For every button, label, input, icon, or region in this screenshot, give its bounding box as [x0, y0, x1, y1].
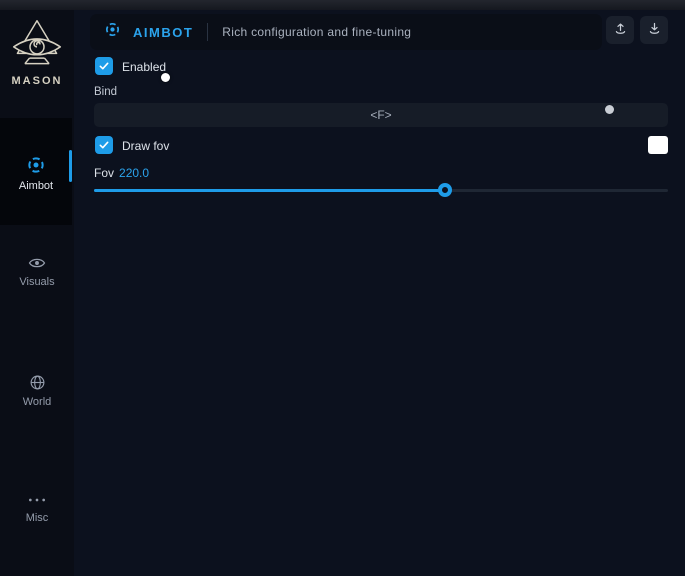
eye-icon [0, 255, 74, 271]
page-title: AIMBOT [133, 25, 193, 40]
active-tab-accent-bar [69, 150, 72, 182]
app-window: MASON Aimbot Visuals [0, 0, 685, 576]
sidebar-item-label: Misc [0, 512, 74, 524]
cursor-dot [161, 73, 170, 82]
brand-logo: MASON [0, 18, 74, 87]
download-icon [647, 21, 662, 39]
sidebar: MASON Aimbot Visuals [0, 10, 74, 576]
enabled-label: Enabled [122, 60, 166, 74]
all-seeing-eye-icon [0, 18, 74, 72]
sidebar-item-misc[interactable]: Misc [0, 493, 74, 524]
fov-slider[interactable] [94, 183, 668, 197]
fov-slider-fill [94, 189, 445, 192]
upload-icon [613, 21, 628, 39]
bind-input[interactable]: <F> [94, 103, 668, 127]
gray-dot [605, 105, 614, 114]
bind-label: Bind [94, 86, 117, 98]
crosshair-icon [104, 21, 121, 43]
header-divider [207, 23, 208, 41]
check-icon [98, 60, 110, 72]
window-top-strip [0, 0, 685, 10]
brand-name: MASON [0, 75, 74, 87]
sidebar-item-label: Visuals [0, 276, 74, 288]
upload-config-button[interactable] [606, 16, 634, 44]
fov-value: 220.0 [119, 166, 149, 180]
globe-icon [0, 374, 74, 391]
check-icon [98, 139, 110, 151]
sidebar-item-aimbot[interactable]: Aimbot [0, 118, 72, 225]
draw-fov-color-swatch[interactable] [648, 136, 668, 154]
sidebar-item-label: Aimbot [0, 180, 72, 192]
sidebar-item-label: World [0, 396, 74, 408]
enabled-checkbox[interactable] [95, 57, 113, 75]
draw-fov-checkbox[interactable] [95, 136, 113, 154]
draw-fov-label: Draw fov [122, 139, 169, 153]
ellipsis-icon [0, 493, 74, 507]
download-config-button[interactable] [640, 16, 668, 44]
crosshair-icon [0, 155, 72, 175]
fov-label: Fov [94, 166, 114, 180]
page-subtitle: Rich configuration and fine-tuning [222, 25, 411, 39]
fov-slider-thumb[interactable] [438, 183, 452, 197]
sidebar-item-visuals[interactable]: Visuals [0, 255, 74, 288]
page-header: AIMBOT Rich configuration and fine-tunin… [90, 14, 602, 50]
sidebar-item-world[interactable]: World [0, 374, 74, 408]
fov-value-line: Fov 220.0 [94, 166, 149, 180]
